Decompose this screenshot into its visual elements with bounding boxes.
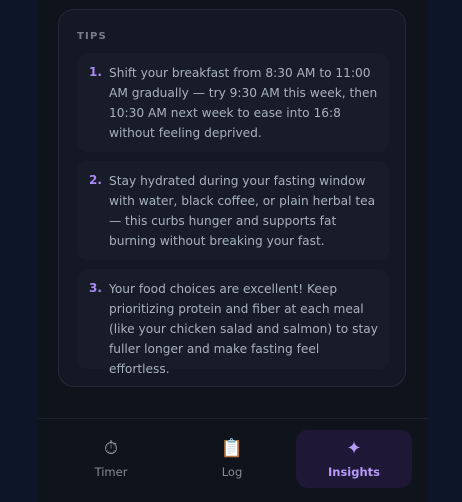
- tip-number: 1.: [89, 65, 102, 79]
- tab-log[interactable]: 📋 Log: [174, 430, 290, 488]
- tip-item: 1. Shift your breakfast from 8:30 AM to …: [77, 53, 389, 152]
- tips-card: TIPS 1. Shift your breakfast from 8:30 A…: [58, 9, 406, 387]
- tab-label: Log: [221, 465, 243, 479]
- tip-number: 2.: [89, 173, 102, 187]
- tab-label: Timer: [94, 465, 128, 479]
- bottom-tab-bar: ⏱ Timer 📋 Log ✦ Insights: [38, 418, 428, 502]
- clipboard-icon: 📋: [220, 438, 244, 459]
- tab-timer[interactable]: ⏱ Timer: [53, 430, 169, 488]
- tip-item: 2. Stay hydrated during your fasting win…: [77, 161, 389, 260]
- app-screen: TIPS 1. Shift your breakfast from 8:30 A…: [38, 0, 428, 502]
- tip-item: 3. Your food choices are excellent! Keep…: [77, 269, 389, 376]
- tips-heading: TIPS: [77, 31, 107, 42]
- tip-number: 3.: [89, 281, 102, 295]
- tip-text: Shift your breakfast from 8:30 AM to 11:…: [109, 66, 378, 140]
- tip-text: Your food choices are excellent! Keep pr…: [109, 282, 378, 376]
- sparkle-icon: ✦: [346, 438, 362, 459]
- stopwatch-icon: ⏱: [103, 438, 119, 459]
- tip-text: Stay hydrated during your fasting window…: [109, 174, 376, 248]
- tab-insights[interactable]: ✦ Insights: [296, 430, 412, 488]
- tab-label: Insights: [327, 465, 380, 479]
